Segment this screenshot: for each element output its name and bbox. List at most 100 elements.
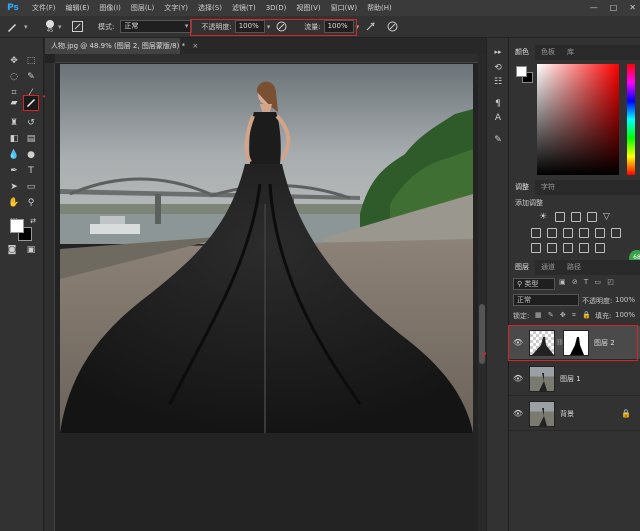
eraser-tool-icon[interactable]: ◧ (7, 132, 21, 146)
properties-panel-icon[interactable]: ☷ (492, 76, 504, 88)
tab-layers[interactable]: 图层 (509, 260, 535, 275)
character-panel-icon[interactable]: A (492, 112, 504, 124)
shape-tool-icon[interactable]: ▭ (24, 180, 38, 194)
menu-filter[interactable]: 滤镜(T) (227, 0, 261, 16)
posterize-adjust-icon[interactable] (547, 243, 557, 253)
color-balance-adjust-icon[interactable] (547, 228, 557, 238)
blend-mode-select[interactable]: 正常 ▾ (120, 20, 193, 33)
healing-brush-tool-icon[interactable]: ▰ (7, 96, 21, 110)
pressure-size-icon[interactable] (387, 16, 401, 38)
gradient-map-adjust-icon[interactable] (595, 243, 605, 253)
menu-layer[interactable]: 图层(L) (126, 0, 159, 16)
brush-tool-icon[interactable] (6, 16, 24, 38)
chevron-down-icon[interactable]: ▾ (24, 16, 32, 38)
chevron-down-icon: ▾ (184, 22, 189, 30)
history-panel-icon[interactable]: ⟲ (492, 62, 504, 74)
highlight-box-layer (508, 325, 638, 361)
menu-window[interactable]: 窗口(W) (326, 0, 362, 16)
menu-edit[interactable]: 编辑(E) (61, 0, 95, 16)
layer-thumbnail[interactable] (529, 365, 555, 392)
minimize-button[interactable]: — (590, 0, 598, 16)
black-white-adjust-icon[interactable] (563, 228, 573, 238)
levels-adjust-icon[interactable] (555, 212, 565, 222)
lock-options-icons[interactable]: ▦ ✎ ✥ ⌗ 🔒 (535, 311, 593, 320)
selective-color-adjust-icon[interactable] (579, 243, 589, 253)
marquee-tool-icon[interactable]: ⬚ (24, 54, 38, 68)
maximize-button[interactable]: □ (610, 0, 618, 16)
canvas-scrollbar[interactable] (478, 54, 486, 531)
move-tool-icon[interactable]: ✥ (7, 54, 21, 68)
path-selection-tool-icon[interactable]: ➤ (7, 180, 21, 194)
menu-help[interactable]: 帮助(H) (362, 0, 397, 16)
dodge-tool-icon[interactable]: ● (24, 148, 38, 162)
layer-thumbnail[interactable] (529, 400, 555, 427)
photoshop-logo: Ps (7, 3, 19, 13)
brightness-adjust-icon[interactable]: ☀ (539, 212, 549, 222)
chevron-down-icon[interactable]: ▾ (58, 16, 66, 38)
tab-swatches[interactable]: 色板 (535, 45, 561, 60)
close-window-button[interactable]: ✕ (629, 0, 636, 16)
layer-opacity-value[interactable]: 100% (615, 296, 635, 304)
tab-libraries[interactable]: 库 (561, 45, 580, 60)
color-field[interactable] (537, 64, 619, 175)
layer-row-background[interactable]: 👁 背景 🔒 (509, 397, 640, 431)
brush-preset-picker[interactable]: 45 (42, 16, 58, 38)
airbrush-icon[interactable] (365, 16, 379, 38)
lasso-tool-icon[interactable]: ◌ (7, 70, 21, 84)
layer-name[interactable]: 图层 1 (560, 374, 581, 384)
quick-mask-icon[interactable]: ◙ (5, 243, 19, 257)
curves-adjust-icon[interactable] (571, 212, 581, 222)
brush-panel-toggle-icon[interactable] (72, 16, 86, 38)
menu-image[interactable]: 图像(I) (94, 0, 126, 16)
tab-character[interactable]: 字符 (535, 180, 561, 195)
hue-saturation-adjust-icon[interactable] (531, 228, 541, 238)
collapse-panels-icon[interactable]: ▸▸ (492, 46, 504, 58)
layer-name[interactable]: 背景 (560, 409, 574, 419)
foreground-color-swatch[interactable] (10, 219, 24, 233)
hand-tool-icon[interactable]: ✋ (7, 196, 21, 210)
menu-select[interactable]: 选择(S) (193, 0, 227, 16)
vibrance-adjust-icon[interactable]: ▽ (603, 212, 613, 222)
color-lookup-adjust-icon[interactable] (611, 228, 621, 238)
history-brush-tool-icon[interactable]: ↺ (24, 116, 38, 130)
eye-icon[interactable]: 👁 (511, 374, 525, 383)
layer-row-1[interactable]: 👁 图层 1 (509, 362, 640, 396)
image-canvas[interactable] (60, 64, 473, 433)
panel-foreground-swatch[interactable] (516, 66, 527, 77)
layer-filter-select[interactable]: ⚲ 类型 (513, 278, 555, 290)
tab-channels[interactable]: 通道 (535, 260, 561, 275)
menu-file[interactable]: 文件(F) (27, 0, 61, 16)
brush-settings-icon[interactable]: ✎ (492, 134, 504, 146)
menu-view[interactable]: 视图(V) (291, 0, 325, 16)
color-panel-tabs: 颜色 色板 库 (509, 45, 640, 60)
menu-3d[interactable]: 3D(D) (261, 0, 292, 16)
exposure-adjust-icon[interactable] (587, 212, 597, 222)
hue-slider[interactable] (627, 64, 635, 175)
tab-paths[interactable]: 路径 (561, 260, 587, 275)
threshold-adjust-icon[interactable] (563, 243, 573, 253)
pen-tool-icon[interactable]: ✒ (7, 164, 21, 178)
zoom-tool-icon[interactable]: ⚲ (24, 196, 38, 210)
swap-colors-icon[interactable]: ⇄ (28, 214, 38, 228)
quick-select-tool-icon[interactable]: ✎ (24, 70, 38, 84)
photo-filter-adjust-icon[interactable] (579, 228, 589, 238)
layer-filter-icons[interactable]: ▣ ⊘ T ▭ ◰ (559, 278, 616, 286)
eye-icon[interactable]: 👁 (511, 409, 525, 418)
layer-opacity-label: 不透明度: (582, 297, 613, 305)
type-tool-icon[interactable]: T (24, 164, 38, 178)
tab-adjustments[interactable]: 调整 (509, 180, 535, 195)
fill-value[interactable]: 100% (615, 311, 635, 319)
gradient-tool-icon[interactable]: ▤ (24, 132, 38, 146)
close-tab-button[interactable]: × (192, 42, 198, 50)
brush-tool-icon[interactable] (23, 95, 39, 111)
clone-stamp-tool-icon[interactable]: ♜ (7, 116, 21, 130)
invert-adjust-icon[interactable] (531, 243, 541, 253)
channel-mixer-adjust-icon[interactable] (595, 228, 605, 238)
tab-color[interactable]: 颜色 (509, 45, 535, 60)
blur-tool-icon[interactable]: 💧 (7, 148, 21, 162)
menu-type[interactable]: 文字(Y) (159, 0, 193, 16)
screen-mode-icon[interactable]: ▣ (24, 243, 38, 257)
document-tab[interactable]: 人物.jpg @ 48.9% (图层 2, 图层蒙版/8) * × (45, 38, 198, 54)
layer-blend-mode-select[interactable]: 正常 (513, 294, 579, 306)
paragraph-panel-icon[interactable]: ¶ (492, 98, 504, 110)
